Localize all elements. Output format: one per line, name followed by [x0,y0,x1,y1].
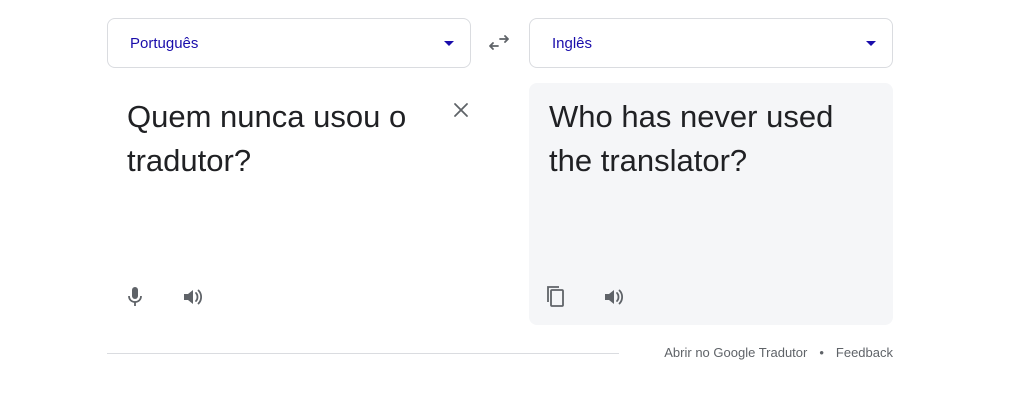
microphone-button[interactable] [121,283,149,311]
open-in-google-translate-link[interactable]: Abrir no Google Tradutor [664,345,807,360]
speaker-icon [184,289,203,305]
swap-languages-button[interactable] [483,30,515,56]
listen-translation-button[interactable] [600,283,628,311]
target-language-select[interactable]: Inglês [529,18,893,68]
source-language-label: Português [130,34,199,52]
listen-source-button[interactable] [179,283,207,311]
source-language-select[interactable]: Português [107,18,471,68]
microphone-icon [128,287,142,306]
feedback-link[interactable]: Feedback [836,345,893,360]
footer: Abrir no Google Tradutor • Feedback [664,345,893,360]
chevron-down-icon [444,40,454,46]
swap-arrows-icon [489,35,509,50]
source-text-input[interactable]: Quem nunca usou o tradutor? [127,95,427,183]
footer-divider [107,353,619,354]
translate-widget: Português Inglês Quem nunca usou o tradu… [0,0,1024,404]
source-text-panel[interactable]: Quem nunca usou o tradutor? [107,83,471,325]
target-language-label: Inglês [552,34,593,52]
translated-text: Who has never used the translator? [549,99,834,178]
translation-panel: Who has never used the translator? [529,83,893,325]
copy-icon [547,286,564,307]
footer-separator: • [819,345,824,360]
speaker-icon [605,289,624,305]
close-icon [454,103,468,117]
copy-translation-button[interactable] [542,283,570,311]
chevron-down-icon [866,40,876,46]
clear-text-button[interactable] [449,98,473,122]
